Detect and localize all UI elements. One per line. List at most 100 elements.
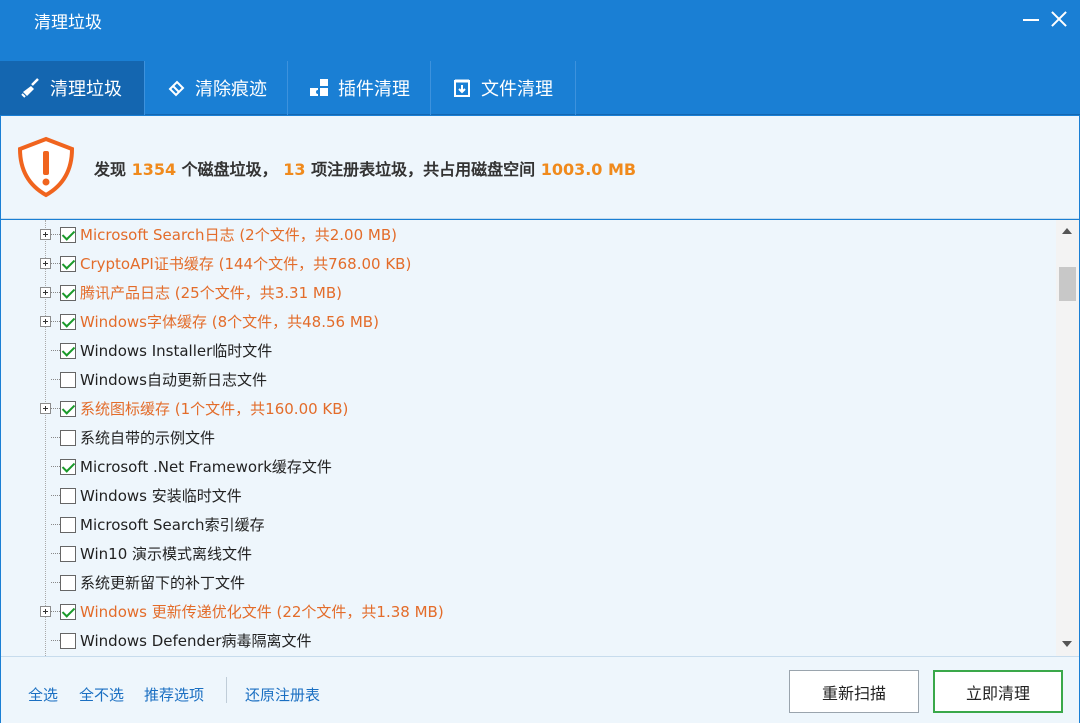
item-label: 系统更新留下的补丁文件 <box>80 574 246 592</box>
summary-mid1: 个磁盘垃圾， <box>176 160 284 179</box>
tree-connector <box>51 379 60 380</box>
tree-connector <box>51 582 60 583</box>
summary-mid2: 项注册表垃圾，共占用磁盘空间 <box>305 160 541 179</box>
summary-prefix: 发现 <box>94 160 132 179</box>
puzzle-icon <box>308 77 330 99</box>
tree-connector <box>51 437 60 438</box>
tree-connector <box>51 611 60 612</box>
item-label: Windows字体缓存 (8个文件，共48.56 MB) <box>80 313 379 331</box>
item-checkbox[interactable] <box>60 574 76 591</box>
list-item[interactable]: Windows Defender病毒隔离文件 <box>1 626 1051 655</box>
clean-now-button[interactable]: 立即清理 <box>933 670 1063 713</box>
scroll-up-icon[interactable] <box>1062 228 1072 234</box>
item-label: Windows Defender病毒隔离文件 <box>80 632 312 650</box>
tree-connector <box>51 553 60 554</box>
item-label: 系统图标缓存 (1个文件，共160.00 KB) <box>80 400 349 418</box>
item-checkbox[interactable] <box>60 313 76 330</box>
junk-item-list: Microsoft Search日志 (2个文件，共2.00 MB) Crypto… <box>1 220 1079 656</box>
list-item[interactable]: Windows自动更新日志文件 <box>1 365 1051 394</box>
restore-registry-link[interactable]: 还原注册表 <box>245 684 320 705</box>
footer-divider <box>226 677 227 703</box>
tree-connector <box>51 640 60 641</box>
list-item[interactable]: Windows字体缓存 (8个文件，共48.56 MB) <box>1 307 1051 336</box>
shield-warning-icon <box>17 136 75 198</box>
expand-icon[interactable] <box>40 287 51 298</box>
tab-file-clean[interactable]: 文件清理 <box>431 61 576 115</box>
broom-icon <box>20 77 42 99</box>
item-checkbox[interactable] <box>60 371 76 388</box>
minimize-icon[interactable] <box>1020 8 1042 30</box>
list-item[interactable]: 系统自带的示例文件 <box>1 423 1051 452</box>
file-clean-icon <box>451 77 473 99</box>
footer-bar: 全选 全不选 推荐选项 还原注册表 重新扫描 立即清理 <box>1 656 1079 723</box>
select-all-link[interactable]: 全选 <box>28 684 58 705</box>
list-item[interactable]: 腾讯产品日志 (25个文件，共3.31 MB) <box>1 278 1051 307</box>
window-title: 清理垃圾 <box>34 13 102 33</box>
item-checkbox[interactable] <box>60 342 76 359</box>
item-label: Windows 更新传递优化文件 (22个文件，共1.38 MB) <box>80 603 444 621</box>
tree-connector <box>51 495 60 496</box>
item-label: Microsoft Search索引缓存 <box>80 516 265 534</box>
tree-connector <box>51 408 60 409</box>
tree-connector <box>51 321 60 322</box>
scroll-thumb[interactable] <box>1059 267 1076 301</box>
list-item[interactable]: 系统图标缓存 (1个文件，共160.00 KB) <box>1 394 1051 423</box>
item-checkbox[interactable] <box>60 545 76 562</box>
scan-summary: 发现 1354 个磁盘垃圾， 13 项注册表垃圾，共占用磁盘空间 1003.0 … <box>1 116 1079 219</box>
item-label: Win10 演示模式离线文件 <box>80 545 253 563</box>
eraser-icon <box>165 77 187 99</box>
list-item[interactable]: Windows 安装临时文件 <box>1 481 1051 510</box>
title-bar: 清理垃圾 <box>0 0 1080 60</box>
recommended-link[interactable]: 推荐选项 <box>144 684 204 705</box>
list-item[interactable]: Windows 更新传递优化文件 (22个文件，共1.38 MB) <box>1 597 1051 626</box>
item-label: 系统自带的示例文件 <box>80 429 216 447</box>
tree-connector <box>51 350 60 351</box>
registry-junk-count: 13 <box>283 160 306 179</box>
tab-label: 插件清理 <box>338 79 410 100</box>
item-checkbox[interactable] <box>60 400 76 417</box>
tab-label: 清除痕迹 <box>195 79 267 100</box>
expand-icon[interactable] <box>40 606 51 617</box>
total-size: 1003.0 MB <box>540 160 637 179</box>
summary-text: 发现 1354 个磁盘垃圾， 13 项注册表垃圾，共占用磁盘空间 1003.0 … <box>94 156 636 180</box>
expand-icon[interactable] <box>40 258 51 269</box>
list-item[interactable]: CryptoAPI证书缓存 (144个文件，共768.00 KB) <box>1 249 1051 278</box>
scroll-down-icon[interactable] <box>1062 641 1072 647</box>
list-item[interactable]: Microsoft Search索引缓存 <box>1 510 1051 539</box>
list-item[interactable]: Windows Installer临时文件 <box>1 336 1051 365</box>
tab-bar: 清理垃圾 清除痕迹 插件清理 文件清理 <box>0 60 1080 115</box>
tree-connector <box>51 524 60 525</box>
vertical-scrollbar[interactable] <box>1056 220 1079 656</box>
tab-label: 文件清理 <box>481 79 553 100</box>
expand-icon[interactable] <box>40 316 51 327</box>
select-none-link[interactable]: 全不选 <box>79 684 124 705</box>
close-icon[interactable] <box>1048 8 1070 30</box>
item-checkbox[interactable] <box>60 429 76 446</box>
disk-junk-count: 1354 <box>131 160 177 179</box>
item-checkbox[interactable] <box>60 487 76 504</box>
tab-plugin-clean[interactable]: 插件清理 <box>288 61 431 115</box>
item-checkbox[interactable] <box>60 458 76 475</box>
item-checkbox[interactable] <box>60 516 76 533</box>
item-checkbox[interactable] <box>60 603 76 620</box>
expand-icon[interactable] <box>40 403 51 414</box>
item-label: Windows Installer临时文件 <box>80 342 273 360</box>
item-checkbox[interactable] <box>60 284 76 301</box>
tree-connector <box>51 263 60 264</box>
item-label: CryptoAPI证书缓存 (144个文件，共768.00 KB) <box>80 255 412 273</box>
tab-clear-traces[interactable]: 清除痕迹 <box>145 61 288 115</box>
item-checkbox[interactable] <box>60 226 76 243</box>
rescan-button[interactable]: 重新扫描 <box>789 670 919 713</box>
item-checkbox[interactable] <box>60 632 76 649</box>
tab-label: 清理垃圾 <box>50 79 122 100</box>
list-item[interactable]: Microsoft Search日志 (2个文件，共2.00 MB) <box>1 220 1051 249</box>
item-label: Windows自动更新日志文件 <box>80 371 267 389</box>
item-label: 腾讯产品日志 (25个文件，共3.31 MB) <box>80 284 342 302</box>
list-item[interactable]: Microsoft .Net Framework缓存文件 <box>1 452 1051 481</box>
expand-icon[interactable] <box>40 229 51 240</box>
list-item[interactable]: 系统更新留下的补丁文件 <box>1 568 1051 597</box>
tree-connector <box>51 466 60 467</box>
item-checkbox[interactable] <box>60 255 76 272</box>
tab-clean-junk[interactable]: 清理垃圾 <box>0 61 145 115</box>
list-item[interactable]: Win10 演示模式离线文件 <box>1 539 1051 568</box>
